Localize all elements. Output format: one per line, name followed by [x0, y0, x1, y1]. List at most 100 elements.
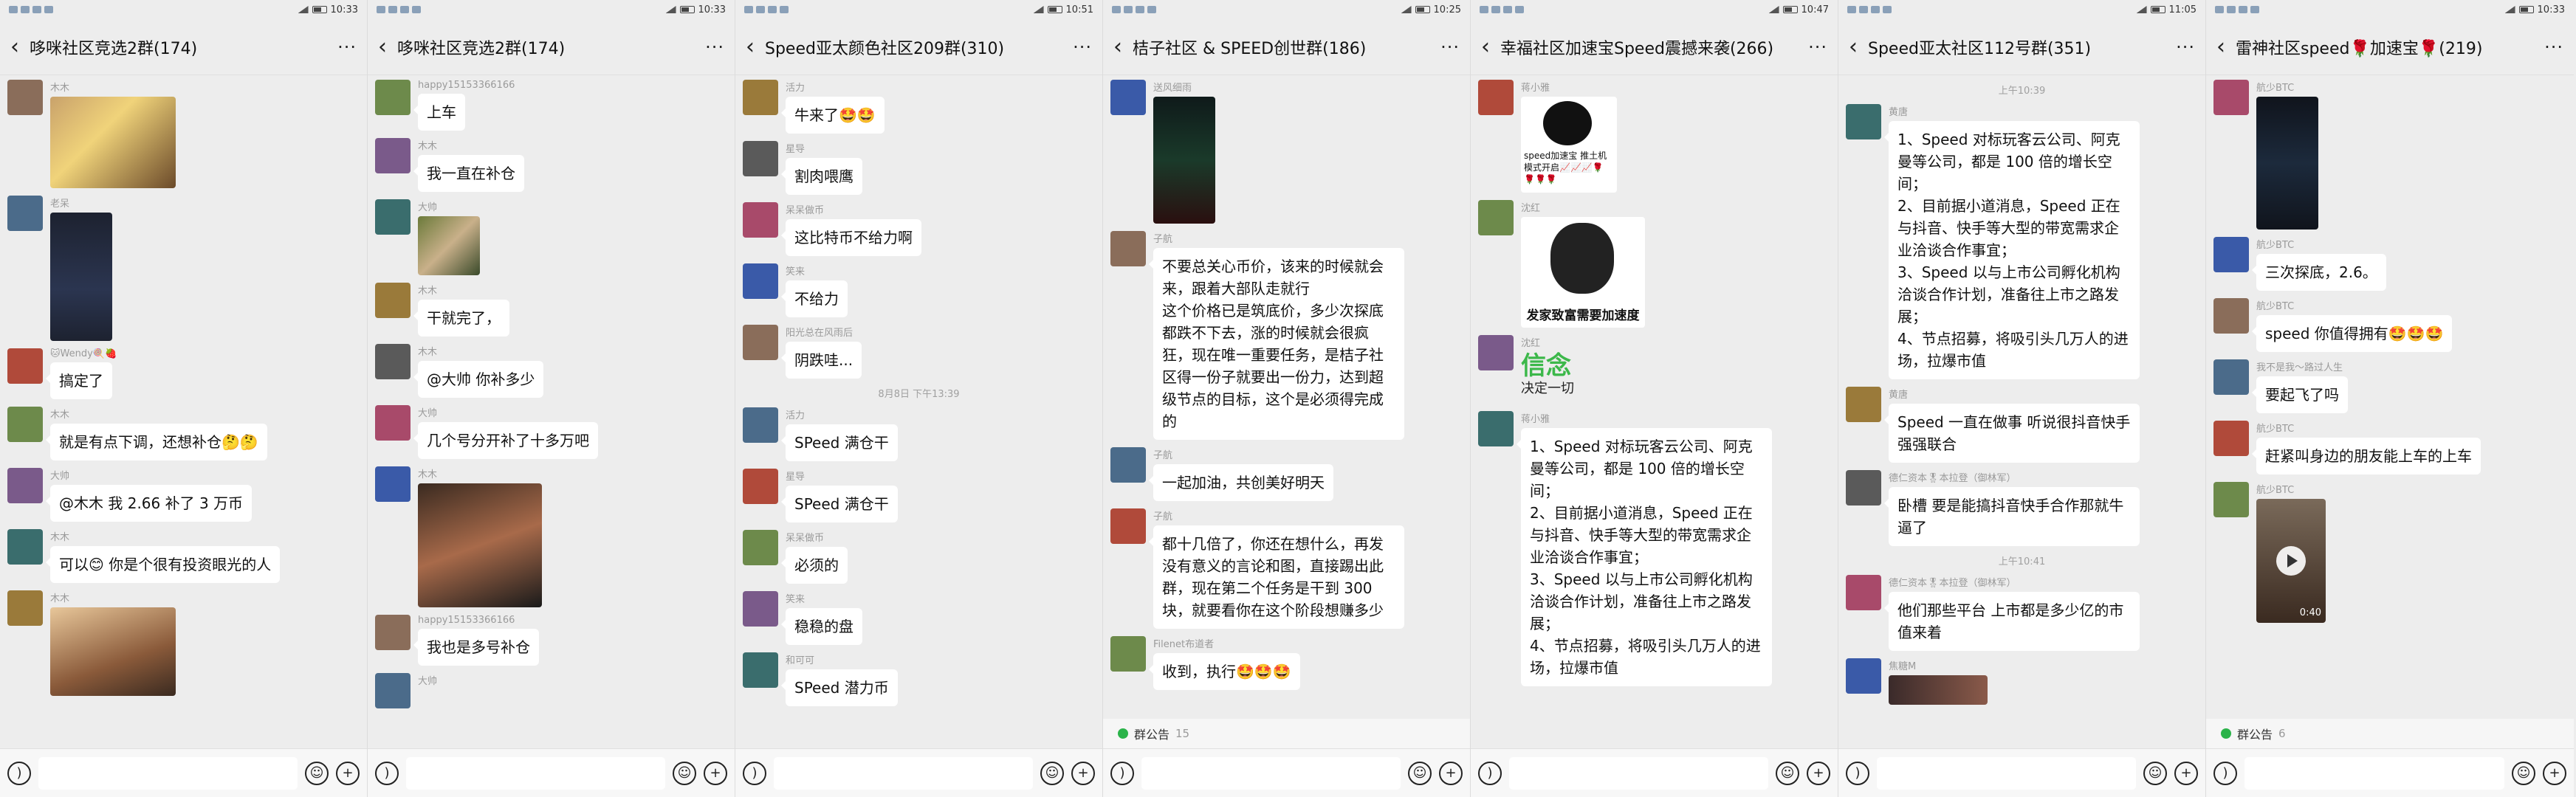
message-bubble[interactable]: 可以😊 你是个很有投资眼光的人	[45, 546, 281, 583]
message-bubble[interactable]: Speed 一直在做事 听说很抖音快手强强联合	[1884, 404, 2140, 463]
avatar[interactable]	[7, 80, 43, 115]
avatar[interactable]	[743, 407, 778, 443]
message-bubble[interactable]: 我也是多号补仓	[413, 629, 539, 666]
message-bubble[interactable]: 要起飞了吗	[2252, 376, 2348, 413]
plus-icon[interactable]: +	[1071, 761, 1095, 785]
voice-icon[interactable]: )	[1478, 761, 1502, 785]
voice-icon[interactable]: )	[743, 761, 766, 785]
message-list[interactable]: 航少BTC 航少BTC 三次探底，2.6。 航少BTC speed 你值得拥有🤩🤩🤩 我不…	[2206, 75, 2574, 719]
message-list[interactable]: 蒋小雅 speed加速宝 推土机模式开启📈📈📈🌹🌹🌹🌹 沈红 发家致富需要加速度 沈红信…	[1471, 75, 1838, 748]
message-bubble[interactable]: 收到，执行🤩🤩🤩	[1149, 653, 1300, 690]
avatar[interactable]	[1846, 387, 1881, 422]
avatar[interactable]	[743, 202, 778, 238]
message-input[interactable]	[1141, 756, 1401, 790]
back-arrow-icon[interactable]: ‹	[1113, 34, 1133, 60]
message-image[interactable]	[1153, 97, 1215, 224]
message-bubble[interactable]: SPeed 满仓干	[781, 486, 898, 522]
avatar[interactable]	[743, 591, 778, 627]
avatar[interactable]	[743, 469, 778, 504]
avatar[interactable]	[375, 283, 411, 318]
back-arrow-icon[interactable]: ‹	[746, 34, 765, 60]
avatar[interactable]	[1110, 508, 1146, 544]
message-image[interactable]: 0:40	[2256, 499, 2326, 623]
message-list[interactable]: 送风细雨 子航 不要总关心币价，该来的时候就会来，跟着大部队走就行 这个价格已是筑底…	[1103, 75, 1470, 719]
avatar[interactable]	[375, 466, 411, 502]
avatar[interactable]	[2213, 482, 2249, 517]
message-bubble[interactable]: 他们那些平台 上市都是多少亿的市值来着	[1884, 592, 2140, 651]
message-image[interactable]: 发家致富需要加速度	[1521, 217, 1645, 328]
message-image[interactable]	[50, 97, 176, 188]
emoji-icon[interactable]: ☺	[1408, 761, 1432, 785]
message-bubble[interactable]: 搞定了	[46, 362, 112, 399]
message-input[interactable]	[1877, 756, 2136, 790]
message-list[interactable]: 木木 老呆 🐱Wendy🍭🍓 搞定了 木木 就是有点下调，还想补仓🤔🤔 大帅 @木木 我 2.…	[0, 75, 367, 748]
avatar[interactable]	[7, 529, 43, 565]
group-notice-bar[interactable]: 群公告 6	[2206, 719, 2574, 748]
message-input[interactable]	[774, 756, 1033, 790]
avatar[interactable]	[375, 80, 411, 115]
plus-icon[interactable]: +	[1807, 761, 1830, 785]
plus-icon[interactable]: +	[1439, 761, 1463, 785]
message-bubble[interactable]: 割肉喂鹰	[781, 158, 862, 195]
message-image[interactable]	[418, 216, 480, 275]
avatar[interactable]	[375, 673, 411, 708]
more-options-icon[interactable]: ···	[2176, 37, 2195, 58]
message-bubble[interactable]: 不给力	[781, 280, 848, 317]
message-bubble[interactable]: SPeed 潜力币	[781, 669, 898, 706]
message-input[interactable]	[2244, 756, 2504, 790]
avatar[interactable]	[2213, 421, 2249, 456]
avatar[interactable]	[1478, 411, 1514, 446]
avatar[interactable]	[7, 407, 43, 442]
message-input[interactable]	[1509, 756, 1768, 790]
more-options-icon[interactable]: ···	[1073, 37, 1092, 58]
message-bubble[interactable]: 阴跌哇...	[780, 342, 862, 379]
message-list[interactable]: 上午10:39 黄唐 1、Speed 对标玩客云公司、阿克曼等公司，都是 100 倍…	[1838, 75, 2205, 748]
avatar[interactable]	[375, 405, 411, 441]
voice-icon[interactable]: )	[1110, 761, 1134, 785]
group-notice-bar[interactable]: 群公告 15	[1103, 719, 1470, 748]
more-options-icon[interactable]: ···	[705, 37, 724, 58]
message-bubble[interactable]: 这比特币不给力啊	[781, 219, 921, 256]
message-input[interactable]	[406, 756, 665, 790]
plus-icon[interactable]: +	[704, 761, 727, 785]
message-image[interactable]	[50, 607, 176, 696]
more-options-icon[interactable]: ···	[1808, 37, 1827, 58]
message-bubble[interactable]: 1、Speed 对标玩客云公司、阿克曼等公司，都是 100 倍的增长空间； 2、…	[1517, 428, 1772, 686]
avatar[interactable]	[1110, 447, 1146, 483]
message-bubble[interactable]: 卧槽 要是能搞抖音快手合作那就牛逼了	[1884, 487, 2140, 546]
message-bubble[interactable]: 几个号分开补了十多万吧	[413, 422, 598, 459]
message-bubble[interactable]: 1、Speed 对标玩客云公司、阿克曼等公司，都是 100 倍的增长空间； 2、…	[1884, 121, 2140, 379]
message-bubble[interactable]: 上车	[413, 94, 465, 131]
avatar[interactable]	[1110, 636, 1146, 672]
back-arrow-icon[interactable]: ‹	[1849, 34, 1868, 60]
avatar[interactable]	[1478, 200, 1514, 235]
voice-icon[interactable]: )	[1846, 761, 1869, 785]
avatar[interactable]	[375, 138, 411, 173]
emoji-icon[interactable]: ☺	[305, 761, 329, 785]
avatar[interactable]	[2213, 80, 2249, 115]
avatar[interactable]	[2213, 298, 2249, 334]
more-options-icon[interactable]: ···	[337, 37, 357, 58]
emoji-icon[interactable]: ☺	[2143, 761, 2167, 785]
message-bubble[interactable]: 赶紧叫身边的朋友能上车的上车	[2252, 438, 2481, 475]
message-image[interactable]: 信念 决定一切	[1521, 352, 1602, 404]
message-bubble[interactable]: 就是有点下调，还想补仓🤔🤔	[46, 424, 267, 460]
message-input[interactable]	[38, 756, 298, 790]
back-arrow-icon[interactable]: ‹	[1481, 34, 1500, 60]
avatar[interactable]	[375, 615, 411, 650]
plus-icon[interactable]: +	[336, 761, 360, 785]
avatar[interactable]	[743, 325, 778, 360]
avatar[interactable]	[1110, 80, 1146, 115]
message-list[interactable]: 活力 牛来了🤩🤩 星导 割肉喂鹰 呆呆做币 这比特币不给力啊 笑来 不给力 阳光总在风雨后 阴跌哇…	[735, 75, 1102, 748]
message-bubble[interactable]: 三次探底，2.6。	[2252, 254, 2386, 291]
message-image[interactable]	[2256, 97, 2318, 230]
avatar[interactable]	[375, 199, 411, 235]
avatar[interactable]	[1478, 335, 1514, 370]
plus-icon[interactable]: +	[2174, 761, 2198, 785]
message-bubble[interactable]: 我一直在补仓	[413, 155, 524, 192]
avatar[interactable]	[1478, 80, 1514, 115]
avatar[interactable]	[7, 348, 43, 384]
voice-icon[interactable]: )	[2213, 761, 2237, 785]
message-list[interactable]: happy15153366166 上车 木木 我一直在补仓 大帅 木木 干就完了， 木木 @大帅…	[368, 75, 735, 748]
message-image[interactable]: speed加速宝 推土机模式开启📈📈📈🌹🌹🌹🌹	[1521, 97, 1617, 193]
